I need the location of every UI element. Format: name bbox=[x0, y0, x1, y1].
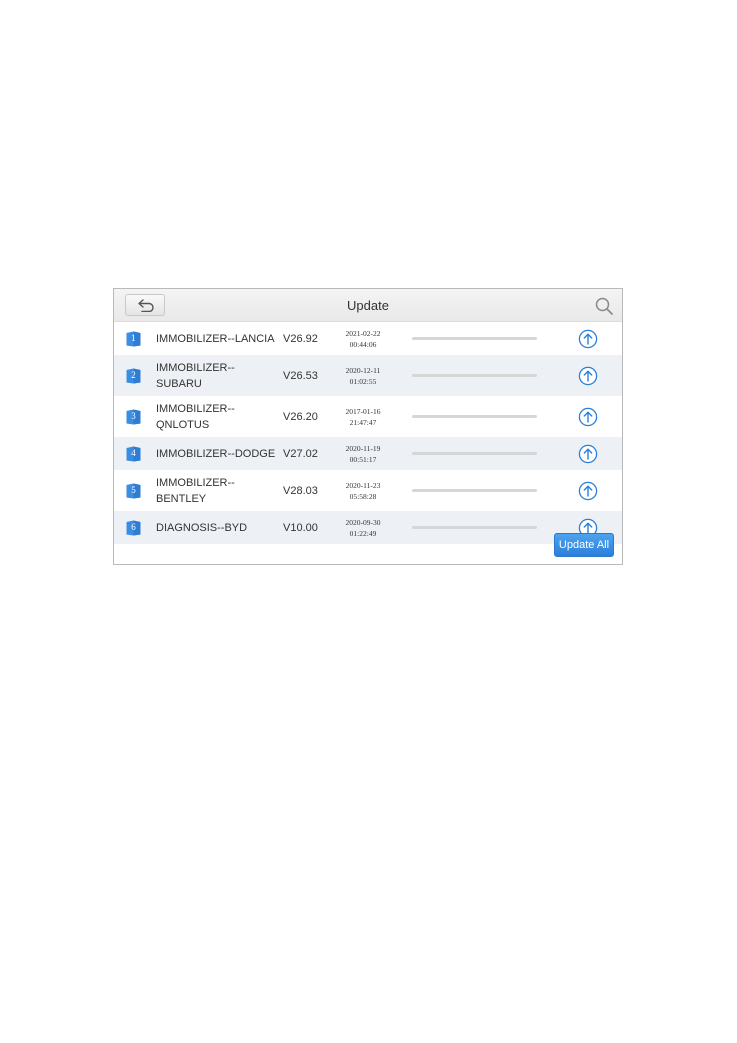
list-item: 2 IMMOBILIZER--SUBARU V26.53 2020-12-11 … bbox=[114, 355, 622, 396]
item-timestamp: 2020-11-23 05:58:28 bbox=[336, 480, 390, 502]
item-date: 2020-12-11 bbox=[345, 365, 381, 375]
update-item-button[interactable] bbox=[578, 366, 598, 386]
upload-arrow-icon bbox=[578, 366, 598, 385]
item-version: V26.53 bbox=[283, 369, 318, 382]
search-button[interactable] bbox=[594, 296, 614, 316]
upload-arrow-icon bbox=[578, 329, 598, 348]
item-timestamp: 2020-09-30 01:22:49 bbox=[336, 517, 390, 539]
header-bar: Update bbox=[114, 289, 622, 322]
item-index: 5 bbox=[131, 484, 136, 495]
item-name: DIAGNOSIS--BYD bbox=[156, 521, 248, 534]
progress-bar bbox=[412, 488, 537, 492]
item-version: V10.00 bbox=[283, 521, 318, 534]
list-item: 3 IMMOBILIZER--QNLOTUS V26.20 2017-01-16… bbox=[114, 396, 622, 437]
item-date: 2020-11-23 bbox=[345, 480, 381, 490]
progress-bar bbox=[412, 451, 537, 455]
list-item: 5 IMMOBILIZER--BENTLEY V28.03 2020-11-23… bbox=[114, 470, 622, 511]
update-item-button[interactable] bbox=[578, 444, 598, 464]
item-index: 4 bbox=[131, 447, 136, 458]
item-version: V26.92 bbox=[283, 332, 318, 345]
module-badge-icon: 4 bbox=[126, 446, 141, 462]
update-item-button[interactable] bbox=[578, 329, 598, 349]
update-all-button[interactable]: Update All bbox=[554, 533, 614, 557]
update-list: 1 IMMOBILIZER--LANCIA V26.92 2021-02-22 … bbox=[114, 322, 622, 544]
list-item: 6 DIAGNOSIS--BYD V10.00 2020-09-30 01:22… bbox=[114, 511, 622, 544]
progress-bar bbox=[412, 414, 537, 418]
upload-arrow-icon bbox=[578, 481, 598, 500]
item-index: 1 bbox=[131, 332, 136, 343]
progress-bar bbox=[412, 336, 537, 340]
item-time: 01:22:49 bbox=[349, 528, 377, 538]
progress-bar bbox=[412, 525, 537, 529]
item-name: IMMOBILIZER--QNLOTUS bbox=[156, 402, 235, 431]
module-badge-icon: 5 bbox=[126, 483, 141, 499]
item-index: 3 bbox=[131, 410, 136, 421]
item-timestamp: 2020-11-19 00:51:17 bbox=[336, 443, 390, 465]
search-icon bbox=[595, 297, 613, 315]
upload-arrow-icon bbox=[578, 444, 598, 463]
update-item-button[interactable] bbox=[578, 481, 598, 501]
item-time: 21:47:47 bbox=[349, 417, 377, 427]
item-timestamp: 2017-01-16 21:47:47 bbox=[336, 406, 390, 428]
item-name: IMMOBILIZER--BENTLEY bbox=[156, 476, 235, 505]
item-version: V28.03 bbox=[283, 484, 318, 497]
item-name: IMMOBILIZER--DODGE bbox=[156, 447, 276, 460]
item-version: V27.02 bbox=[283, 447, 318, 460]
item-date: 2017-01-16 bbox=[345, 406, 381, 416]
item-timestamp: 2021-02-22 00:44:06 bbox=[336, 328, 390, 350]
progress-bar bbox=[412, 373, 537, 377]
module-badge-icon: 6 bbox=[126, 520, 141, 536]
item-time: 00:44:06 bbox=[349, 339, 377, 349]
update-screen: Update 1 IMMOBILIZER--LANCIA V26.92 2021… bbox=[113, 288, 623, 565]
module-badge-icon: 1 bbox=[126, 331, 141, 347]
list-item: 1 IMMOBILIZER--LANCIA V26.92 2021-02-22 … bbox=[114, 322, 622, 355]
item-index: 6 bbox=[131, 521, 136, 532]
item-time: 01:02:55 bbox=[349, 376, 377, 386]
item-name: IMMOBILIZER--LANCIA bbox=[156, 332, 275, 345]
item-date: 2020-09-30 bbox=[345, 517, 381, 527]
item-date: 2020-11-19 bbox=[345, 443, 381, 453]
page-title: Update bbox=[347, 298, 389, 313]
item-date: 2021-02-22 bbox=[345, 328, 381, 338]
upload-arrow-icon bbox=[578, 407, 598, 426]
module-badge-icon: 2 bbox=[126, 368, 141, 384]
item-timestamp: 2020-12-11 01:02:55 bbox=[336, 365, 390, 387]
module-badge-icon: 3 bbox=[126, 409, 141, 425]
list-item: 4 IMMOBILIZER--DODGE V27.02 2020-11-19 0… bbox=[114, 437, 622, 470]
item-time: 00:51:17 bbox=[349, 454, 377, 464]
item-name: IMMOBILIZER--SUBARU bbox=[156, 361, 235, 390]
update-item-button[interactable] bbox=[578, 407, 598, 427]
item-time: 05:58:28 bbox=[349, 491, 377, 501]
item-version: V26.20 bbox=[283, 410, 318, 423]
item-index: 2 bbox=[131, 369, 136, 380]
